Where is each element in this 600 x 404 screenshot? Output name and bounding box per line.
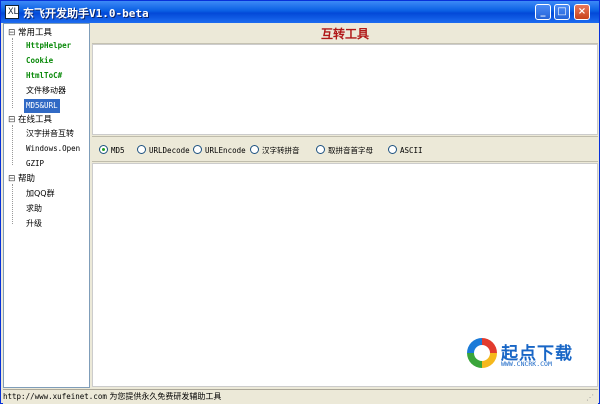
radio-icon[interactable] (137, 145, 146, 154)
tree-group-label: 在线工具 (18, 115, 53, 125)
title-bar[interactable]: XL 东飞开发助手V1.0-beta _ □ × (1, 1, 599, 23)
app-window: XL 东飞开发助手V1.0-beta _ □ × ⊟ 常用工具 HttpHelp… (0, 0, 600, 404)
maximize-button[interactable]: □ (554, 4, 570, 20)
sidebar-item-file-mover[interactable]: 文件移动器 (24, 84, 68, 98)
sidebar-tree[interactable]: ⊟ 常用工具 HttpHelper Cookie HtmlToC# 文件移动器 … (3, 23, 90, 388)
radio-icon[interactable] (316, 145, 325, 154)
radio-label: 汉字转拼音 (262, 146, 300, 155)
tree-line (12, 38, 13, 108)
status-bar: http://www.xufeinet.com 为您提供永久免费研发辅助工具 ⋰ (3, 389, 598, 404)
sidebar-item-upgrade[interactable]: 升级 (24, 217, 44, 231)
sidebar-item-pinyin-convert[interactable]: 汉字拼音互转 (24, 127, 76, 141)
status-url[interactable]: http://www.xufeinet.com (3, 392, 107, 401)
radio-label: MD5 (111, 146, 125, 155)
sidebar-item-gzip[interactable]: GZIP (24, 157, 46, 171)
sidebar-item-md5-url[interactable]: MD5&URL (24, 99, 60, 113)
tool-header: 互转工具 (92, 23, 598, 44)
radio-label: URLDecode (149, 146, 190, 155)
status-text: 为您提供永久免费研发辅助工具 (109, 392, 222, 401)
radio-icon[interactable] (250, 145, 259, 154)
radio-icon[interactable] (193, 145, 202, 154)
resize-grip-icon[interactable]: ⋰ (586, 393, 596, 403)
tree-group-label: 帮助 (18, 174, 36, 184)
radio-label: ASCII (400, 146, 423, 155)
tree-line (12, 125, 13, 165)
watermark-logo: 起点下载 WWW.CNCRK.COM (467, 338, 592, 372)
conversion-options: MD5 URLDecode URLEncode 汉字转拼音 取拼音首字母 ASC… (92, 136, 598, 162)
minimize-button[interactable]: _ (535, 4, 551, 20)
radio-icon[interactable] (388, 145, 397, 154)
sidebar-item-htmltocsharp[interactable]: HtmlToC# (24, 69, 64, 83)
sidebar-item-cookie[interactable]: Cookie (24, 54, 55, 68)
sidebar-item-httphelper[interactable]: HttpHelper (24, 39, 73, 53)
page-title: 互转工具 (320, 27, 369, 41)
logo-icon (467, 338, 497, 368)
sidebar-item-help[interactable]: 求助 (24, 202, 44, 216)
radio-label: 取拼音首字母 (328, 146, 373, 155)
sidebar-item-join-qq-group[interactable]: 加QQ群 (24, 187, 57, 201)
app-icon: XL (5, 5, 19, 19)
tree-group-label: 常用工具 (18, 28, 53, 38)
watermark-subtext: WWW.CNCRK.COM (501, 360, 552, 368)
sidebar-item-windows-open[interactable]: Windows.Open (24, 142, 82, 156)
input-textarea[interactable] (92, 44, 598, 135)
tree-line (12, 184, 13, 224)
radio-checked-icon[interactable] (99, 145, 108, 154)
close-button[interactable]: × (574, 4, 590, 20)
window-title: 东飞开发助手V1.0-beta (23, 7, 149, 20)
radio-label: URLEncode (205, 146, 246, 155)
